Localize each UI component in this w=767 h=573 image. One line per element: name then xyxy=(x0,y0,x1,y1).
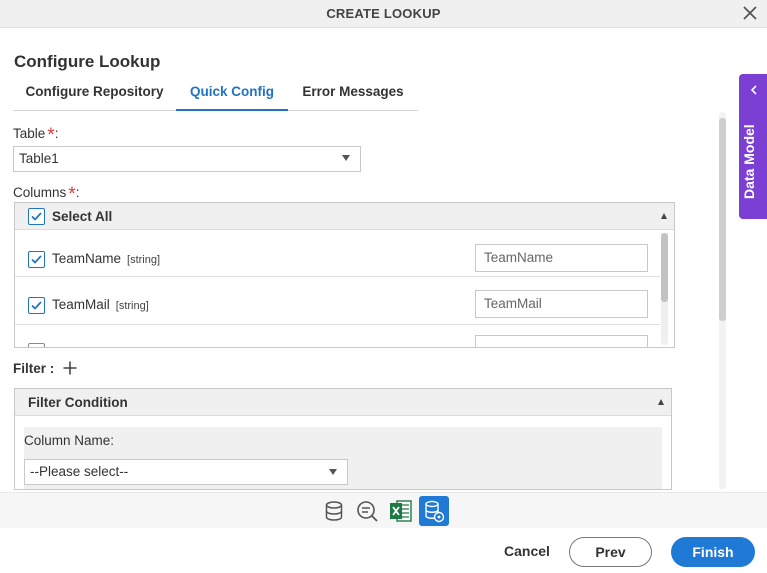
filter-condition-panel: Filter Condition Column Name: --Please s… xyxy=(14,388,672,490)
column-type: [string] xyxy=(127,254,161,266)
filter-condition-header: Filter Condition xyxy=(15,389,671,416)
column-name-select-value: --Please select-- xyxy=(30,464,129,479)
tab-bar: Configure Repository Quick Config Error … xyxy=(13,77,418,111)
column-checkbox[interactable] xyxy=(28,297,45,314)
columns-label: Columns *: xyxy=(13,184,80,205)
collapse-icon[interactable] xyxy=(658,399,664,405)
columns-scrollbar[interactable] xyxy=(661,233,668,345)
filter-condition-body: Column Name: --Please select-- xyxy=(24,427,662,489)
column-row: TeamName [string] TeamName xyxy=(15,231,660,277)
column-alias-input[interactable]: TeamMail xyxy=(475,290,648,318)
plus-icon[interactable] xyxy=(62,360,78,376)
columns-panel: Select All TeamName [string] TeamName Tea… xyxy=(14,202,675,348)
column-name: TeamName [string] xyxy=(52,251,161,266)
required-mark: * xyxy=(47,125,55,146)
finish-button[interactable]: Finish xyxy=(671,537,755,567)
columns-scrollbar-thumb[interactable] xyxy=(661,233,668,302)
database-settings-icon[interactable] xyxy=(419,496,449,526)
filter-label: Filter : xyxy=(13,361,55,376)
column-name-select[interactable]: --Please select-- xyxy=(24,459,348,485)
data-model-label: Data Model xyxy=(741,124,757,199)
columns-header: Select All xyxy=(15,203,674,230)
tab-quick-config[interactable]: Quick Config xyxy=(176,77,288,111)
column-name: TeamMail [string] xyxy=(52,297,149,312)
cancel-button[interactable]: Cancel xyxy=(497,543,557,559)
query-icon[interactable] xyxy=(352,496,382,526)
chevron-down-icon xyxy=(342,155,350,161)
column-alias-input[interactable] xyxy=(475,335,648,347)
tab-configure-repository[interactable]: Configure Repository xyxy=(13,77,176,111)
column-row: TeamMail [string] TeamMail xyxy=(15,279,660,325)
select-all-label: Select All xyxy=(52,209,113,224)
column-alias-input[interactable]: TeamName xyxy=(475,244,648,272)
column-checkbox[interactable] xyxy=(28,251,45,268)
table-select[interactable]: Table1 xyxy=(13,146,361,172)
main-scrollbar[interactable] xyxy=(719,112,726,489)
tab-error-messages[interactable]: Error Messages xyxy=(292,77,414,111)
excel-icon[interactable] xyxy=(386,496,416,526)
table-label: Table *: xyxy=(13,125,59,146)
chevron-down-icon xyxy=(329,469,337,475)
bottom-toolbar xyxy=(0,492,767,528)
column-row xyxy=(15,325,660,347)
filter-condition-title: Filter Condition xyxy=(28,395,128,410)
database-icon[interactable] xyxy=(319,496,349,526)
prev-button[interactable]: Prev xyxy=(569,537,652,567)
data-model-panel-toggle[interactable]: Data Model xyxy=(739,74,767,219)
dialog-titlebar: CREATE LOOKUP xyxy=(0,0,767,28)
dialog-title: CREATE LOOKUP xyxy=(326,6,441,21)
column-type: [string] xyxy=(115,300,149,312)
close-icon[interactable] xyxy=(741,4,759,22)
select-all-checkbox[interactable] xyxy=(28,208,45,225)
page-heading: Configure Lookup xyxy=(14,52,161,71)
column-checkbox[interactable] xyxy=(28,343,45,347)
table-select-value: Table1 xyxy=(19,151,59,166)
collapse-icon[interactable] xyxy=(661,213,667,219)
main-scrollbar-thumb[interactable] xyxy=(719,118,726,321)
column-name-label: Column Name: xyxy=(24,433,115,448)
